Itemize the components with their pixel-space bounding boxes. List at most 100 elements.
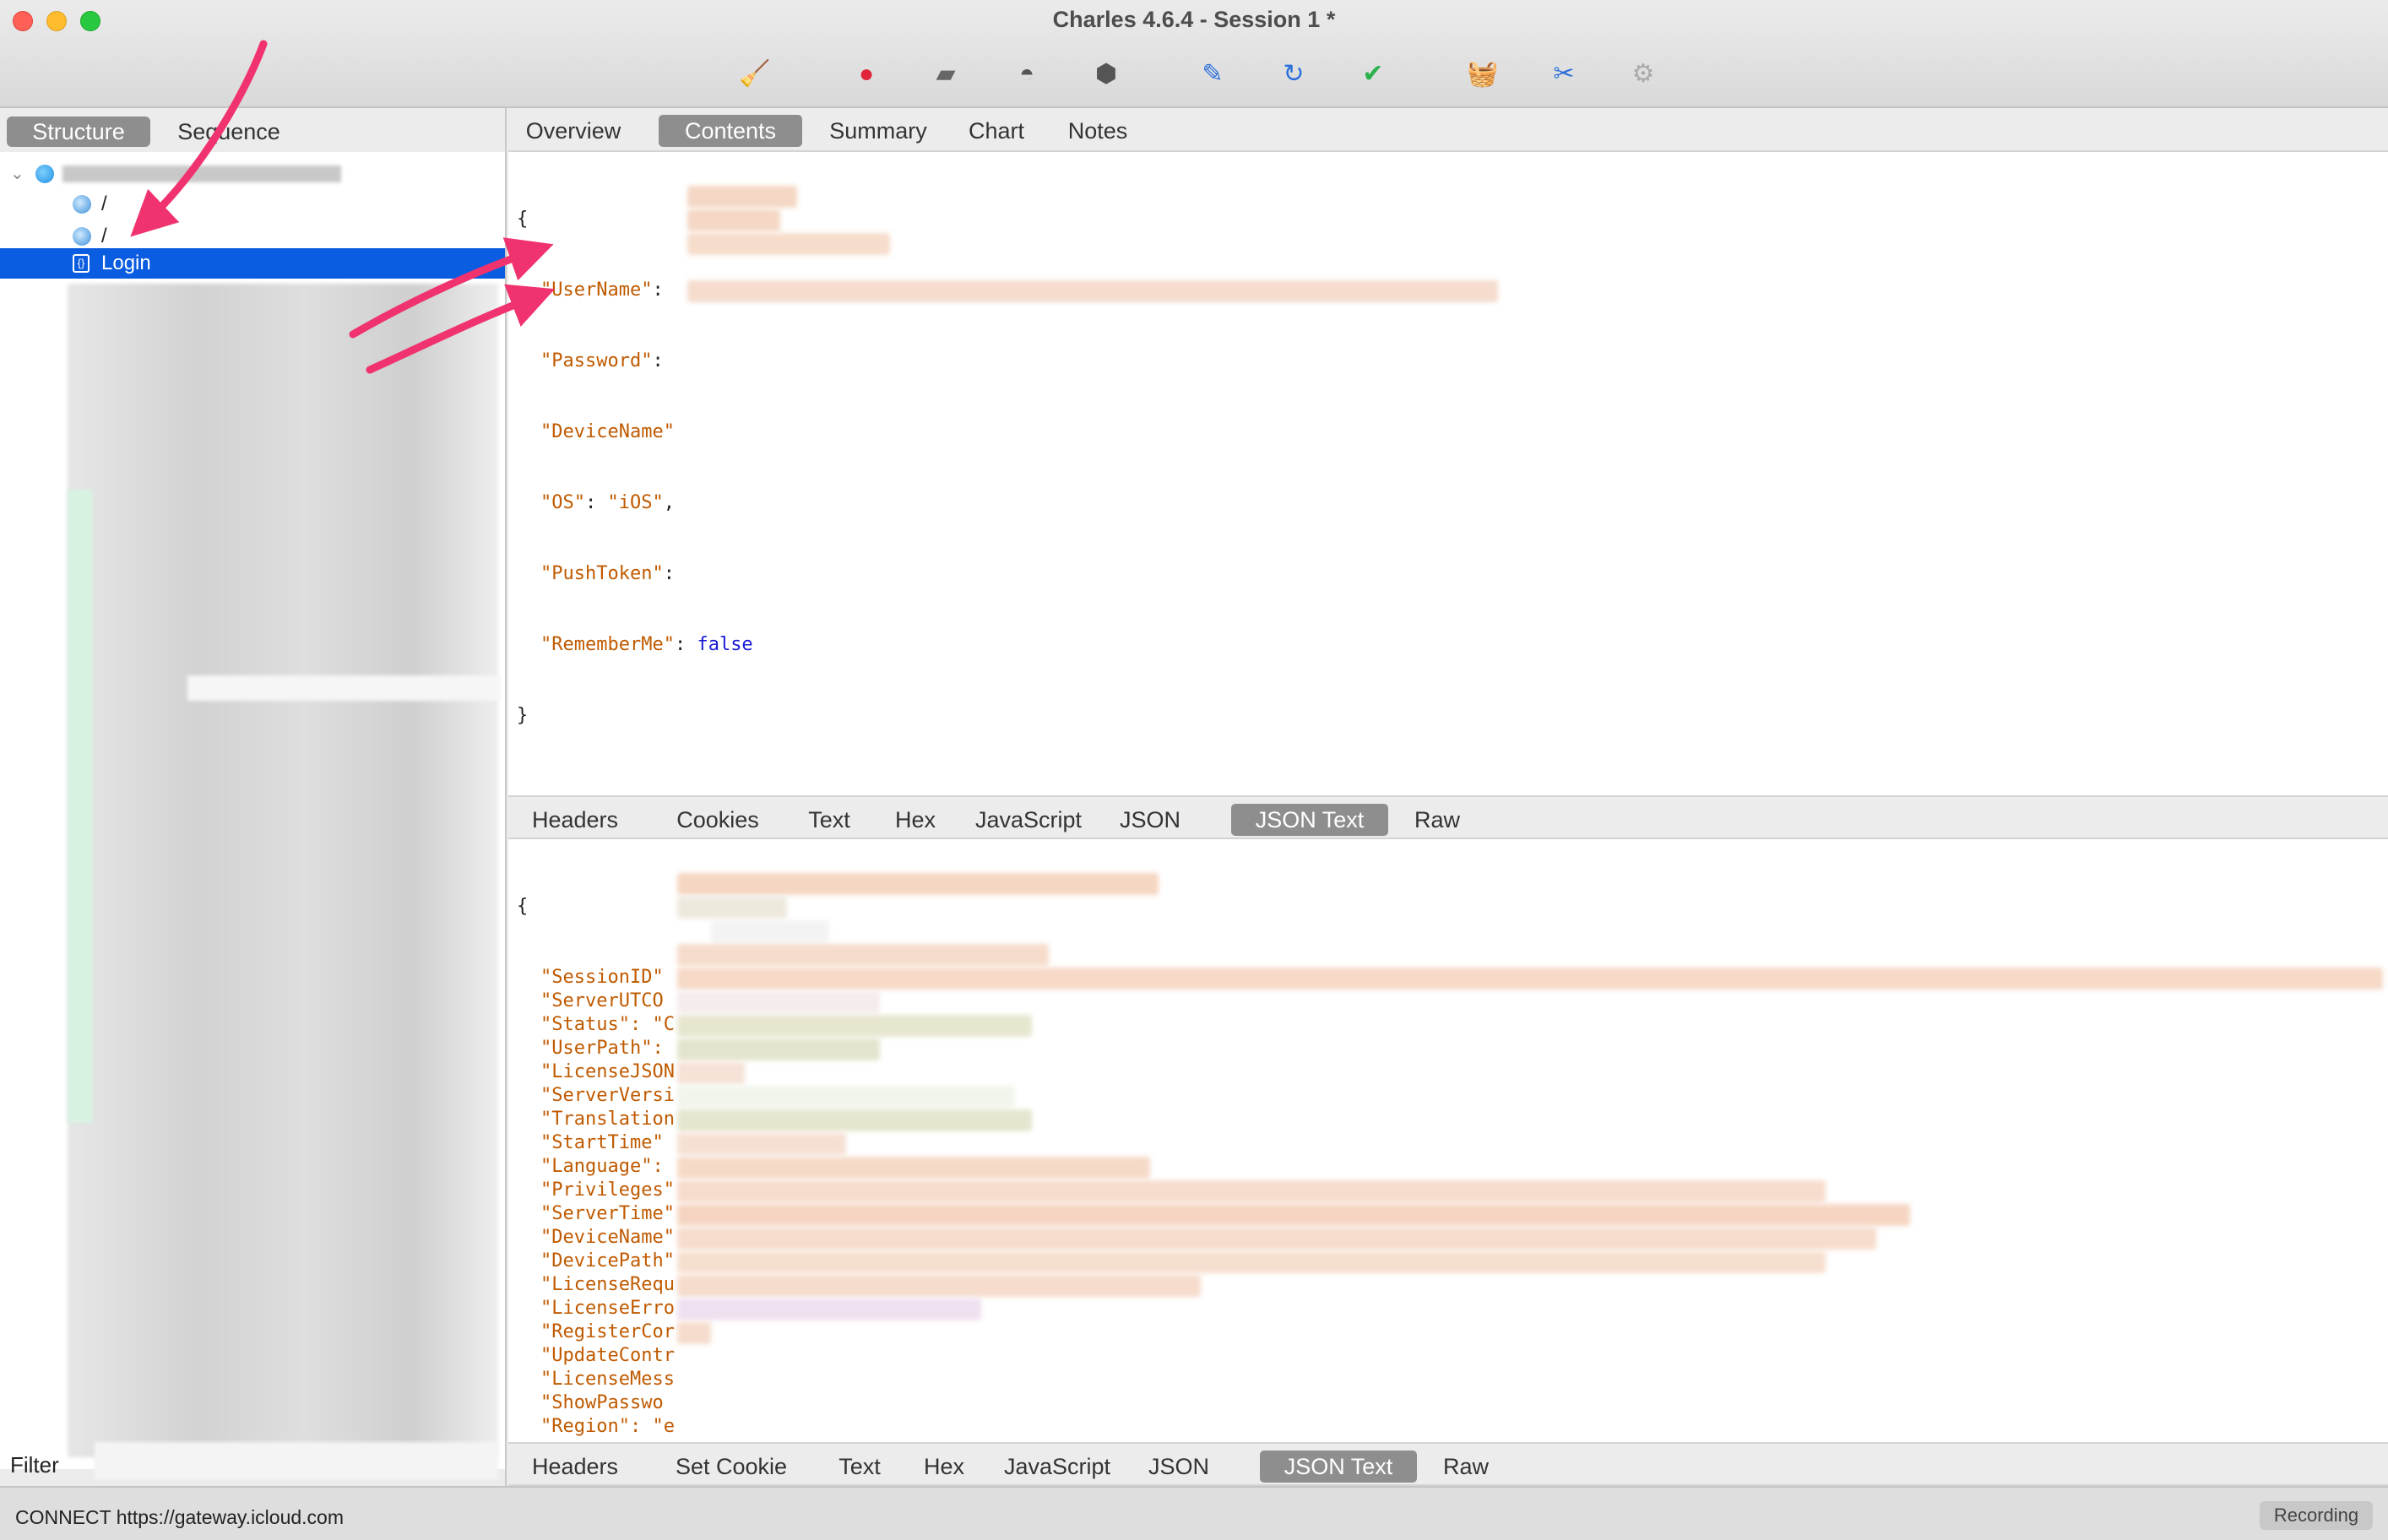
tools-icon[interactable]: ✂ [1547,57,1581,91]
redacted-value [677,1157,1150,1179]
tab-response-json-text[interactable]: JSON Text [1260,1451,1417,1483]
pen-icon[interactable]: ✎ [1196,57,1229,91]
tab-response-headers[interactable]: Headers [518,1451,632,1483]
json-key: "LicenseMess [540,1369,675,1390]
redacted-value [711,920,829,942]
basket-icon[interactable]: 🧺 [1466,57,1500,91]
json-key: "SessionID" [540,967,664,988]
json-file-icon: {} [73,254,90,273]
right-pane: Overview Contents Summary Chart Notes { … [508,108,2388,1486]
tab-request-cookies[interactable]: Cookies [659,804,777,836]
tab-summary[interactable]: Summary [821,115,936,147]
tab-request-raw[interactable]: Raw [1403,804,1471,836]
json-key: "LicenseRequ [540,1274,675,1295]
json-separator: : [652,350,664,371]
tab-response-json[interactable]: JSON [1143,1451,1214,1483]
redacted-device-name [687,233,890,255]
response-keys: "SessionID" "ServerUTCO "Status": "C "UserP… [517,966,675,1439]
json-line: "Password": [517,350,753,373]
json-trailing-comma: , [663,492,675,513]
settings-gear-icon[interactable]: ⚙ [1626,57,1660,91]
tab-response-hex[interactable]: Hex [914,1451,974,1483]
redacted-status-bar [68,490,93,1123]
json-line: "Translation [517,1108,675,1131]
json-line: "ServerUTCO [517,990,675,1013]
json-key: "DeviceName" [540,421,675,442]
throttle-icon[interactable]: ▰ [929,57,963,91]
redacted-gap [187,675,500,701]
request-body-panel: { "UserName": "Password": "DeviceName" "… [508,154,2388,795]
tab-request-json-text[interactable]: JSON Text [1231,804,1388,836]
window-title: Charles 4.6.4 - Session 1 * [1052,7,1336,32]
tab-request-json[interactable]: JSON [1115,804,1186,836]
turtle-icon[interactable]: ◓ [1010,57,1044,91]
structure-tree: ⌄ / / {} Login [0,152,505,1469]
recording-badge[interactable]: Recording [2260,1501,2373,1530]
json-key: "LicenseErro [540,1298,675,1319]
stop-icon[interactable]: ⬢ [1089,57,1123,91]
tab-response-set-cookie[interactable]: Set Cookie [659,1451,804,1483]
json-line: "ServerTime" [517,1202,675,1226]
json-line: "Privileges" [517,1179,675,1202]
refresh-icon[interactable]: ↻ [1277,57,1311,91]
tree-item-label: / [101,225,107,247]
tab-response-text[interactable]: Text [826,1451,893,1483]
tab-structure[interactable]: Structure [7,117,150,147]
json-key: "RegisterCor [540,1321,675,1342]
record-icon[interactable]: ● [849,57,883,91]
json-line: "RememberMe": false [517,633,753,657]
json-line: "LicenseJSON [517,1060,675,1084]
json-key: "ShowPasswo [540,1392,664,1413]
json-line: "Region": "e [517,1415,675,1439]
tab-request-javascript[interactable]: JavaScript [969,804,1088,836]
json-line: "LicenseErro [517,1297,675,1320]
broom-icon[interactable]: 🧹 [738,57,772,91]
redacted-value [677,1322,711,1344]
json-key: "PushToken" [540,563,664,584]
request-icon [73,195,91,214]
json-close-brace: } [517,705,529,726]
redacted-value [677,1180,1826,1202]
tab-sequence[interactable]: Sequence [157,117,301,147]
json-line: "RegisterCor [517,1320,675,1344]
tab-request-headers[interactable]: Headers [518,804,632,836]
json-key: "RememberMe" [540,634,675,655]
filter-input[interactable] [95,1442,498,1479]
tab-response-raw[interactable]: Raw [1432,1451,1500,1483]
json-value: false [697,634,753,655]
tab-request-hex[interactable]: Hex [885,804,946,836]
tab-overview[interactable]: Overview [518,115,628,147]
json-line: "UserPath": [517,1037,675,1060]
json-key: "ServerVersi [540,1085,675,1106]
redacted-username [687,186,797,208]
redacted-value [677,1204,1910,1226]
json-key: "Privileges" [540,1179,675,1201]
tree-item-login[interactable]: {} Login [0,248,505,279]
redacted-request-list [68,284,498,1457]
tab-response-javascript[interactable]: JavaScript [998,1451,1116,1483]
check-icon[interactable]: ✔ [1356,57,1390,91]
tab-contents[interactable]: Contents [659,115,802,147]
tree-host-row[interactable]: ⌄ [0,159,505,189]
redacted-value [677,873,1159,895]
response-body-panel: { "SessionID" "ServerUTCO "Status": "C "Use… [508,841,2388,1440]
json-separator: : [663,563,675,584]
tab-chart[interactable]: Chart [956,115,1037,147]
tab-notes[interactable]: Notes [1057,115,1138,147]
tree-item-label: / [101,192,107,215]
json-key: "UpdateContr [540,1345,675,1366]
json-open-brace: { [517,896,529,917]
json-line: "ServerVersi [517,1084,675,1108]
json-line: "StartTime" [517,1131,675,1155]
filter-label: Filter [10,1452,59,1478]
left-pane: Structure Sequence ⌄ / / {} Login Filter [0,108,507,1486]
status-text: CONNECT https://gateway.icloud.com [15,1506,345,1528]
chevron-down-icon[interactable]: ⌄ [10,159,24,189]
tab-request-text[interactable]: Text [795,804,863,836]
json-key: "UserName" [540,279,653,301]
tree-item[interactable]: / [0,221,505,252]
json-key: "Password" [540,350,653,371]
redacted-host-name [62,165,341,182]
tree-item[interactable]: / [0,189,505,220]
tree-item-label: Login [101,252,151,274]
